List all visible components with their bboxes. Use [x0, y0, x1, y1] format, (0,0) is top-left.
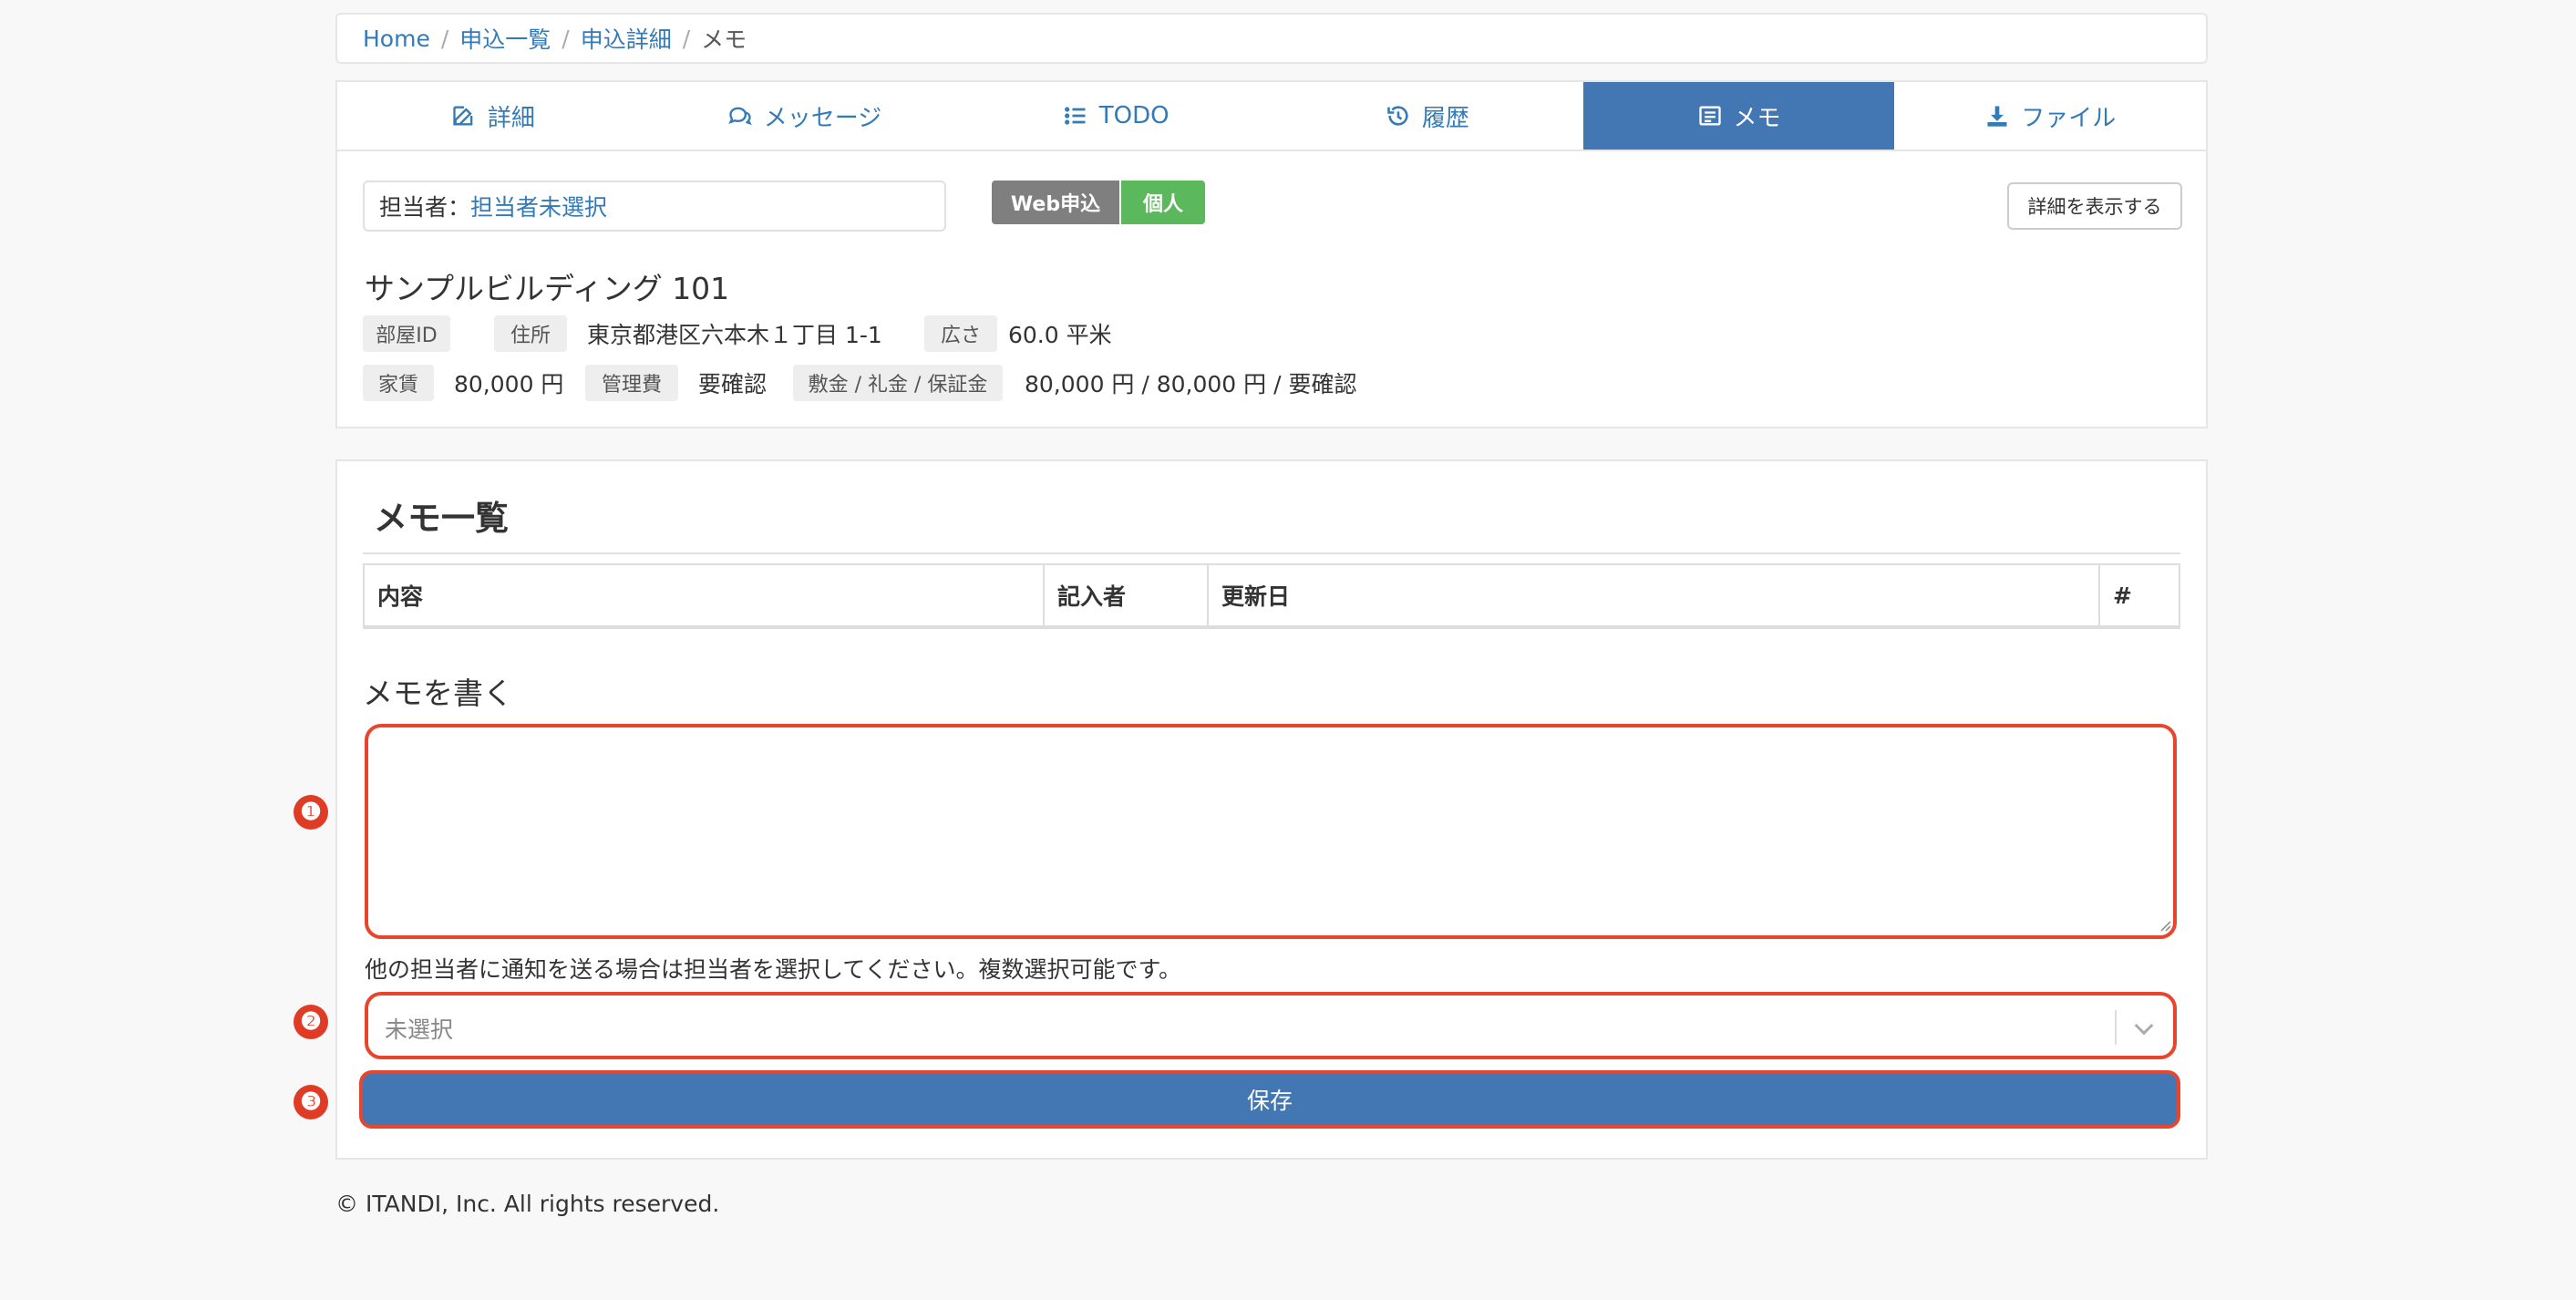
area-value: 60.0 平米 [1008, 322, 1112, 348]
breadcrumb-separator: / [682, 25, 691, 52]
tab-files-label: ファイル [2021, 104, 2117, 132]
write-memo-title: メモを書く [363, 676, 513, 711]
application-summary-card: 詳細 メッセージ TODO 履歴 メモ ファイル 担当者： 担当者未選択 Web… [335, 80, 2208, 428]
annotation-marker-1: ❶ [294, 795, 328, 830]
memo-textarea[interactable] [365, 724, 2177, 939]
tab-detail[interactable]: 詳細 [337, 82, 649, 150]
column-author: 記入者 [1045, 565, 1209, 625]
management-fee-value: 要確認 [698, 371, 768, 397]
select-placeholder: 未選択 [385, 1016, 454, 1043]
address-value: 東京都港区六本木１丁目 1-1 [587, 322, 882, 348]
breadcrumb-application-detail[interactable]: 申込詳細 [581, 22, 672, 55]
tab-memo[interactable]: メモ [1582, 82, 1895, 150]
deposit-key-money-label: 敷金 / 礼金 / 保証金 [793, 365, 1003, 401]
divider [363, 625, 2180, 629]
assignee-label: 担当者： [379, 194, 471, 221]
property-name: サンプルビルディング 101 [365, 271, 730, 306]
tab-memo-label: メモ [1733, 104, 1781, 132]
tab-history-label: 履歴 [1421, 104, 1469, 132]
tab-detail-label: 詳細 [487, 104, 535, 132]
memo-icon [1698, 106, 1721, 126]
memo-card: メモ一覧 内容 記入者 更新日 # メモを書く 他の担当者に通知を送る場合は担当… [335, 459, 2208, 1160]
breadcrumb-separator: / [562, 25, 570, 52]
address-label: 住所 [494, 315, 567, 352]
breadcrumb: Home / 申込一覧 / 申込詳細 / メモ [335, 13, 2208, 64]
breadcrumb-current: メモ [701, 26, 747, 53]
personal-badge: 個人 [1121, 181, 1205, 224]
rent-label: 家賃 [363, 365, 434, 401]
memo-list-title: メモ一覧 [374, 499, 509, 538]
list-icon [1064, 107, 1086, 125]
breadcrumb-application-list[interactable]: 申込一覧 [459, 22, 551, 55]
column-actions: # [2113, 582, 2132, 609]
area-label: 広さ [924, 315, 997, 352]
column-content: 内容 [365, 565, 1045, 625]
column-updated-at: 更新日 [1209, 565, 2100, 625]
tab-history[interactable]: 履歴 [1272, 82, 1583, 150]
assignee-selector[interactable]: 担当者： 担当者未選択 [363, 181, 946, 232]
tab-todo[interactable]: TODO [960, 82, 1272, 150]
tab-bar: 詳細 メッセージ TODO 履歴 メモ ファイル [337, 82, 2206, 151]
annotation-marker-3: ❸ [294, 1085, 328, 1119]
footer-copyright: © ITANDI, Inc. All rights reserved. [335, 1191, 720, 1217]
notify-help-text: 他の担当者に通知を送る場合は担当者を選択してください。複数選択可能です。 [365, 956, 1182, 983]
annotation-marker-2: ❷ [294, 1005, 328, 1039]
show-details-button[interactable]: 詳細を表示する [2007, 182, 2182, 230]
rent-value: 80,000 円 [454, 371, 564, 397]
history-icon [1387, 106, 1408, 126]
tab-messages-label: メッセージ [763, 104, 882, 132]
save-button[interactable]: 保存 [359, 1070, 2180, 1129]
select-divider [2115, 1010, 2117, 1045]
management-fee-label: 管理費 [585, 365, 678, 401]
resize-handle-icon[interactable] [2157, 917, 2171, 932]
web-application-badge: Web申込 [992, 181, 1119, 224]
divider [363, 552, 2180, 554]
assignee-value[interactable]: 担当者未選択 [470, 190, 607, 222]
room-id-label: 部屋ID [363, 315, 450, 352]
tab-todo-label: TODO [1098, 102, 1170, 129]
breadcrumb-separator: / [440, 25, 449, 52]
memo-table-header: 内容 記入者 更新日 # [363, 563, 2180, 627]
chevron-down-icon[interactable] [2129, 1014, 2159, 1043]
deposit-key-money-value: 80,000 円 / 80,000 円 / 要確認 [1025, 371, 1357, 397]
breadcrumb-home[interactable]: Home [363, 26, 430, 52]
chat-icon [728, 107, 752, 126]
notify-assignee-select[interactable]: 未選択 [365, 992, 2177, 1059]
download-icon [1987, 106, 2007, 127]
edit-icon [453, 106, 473, 126]
tab-messages[interactable]: メッセージ [649, 82, 961, 150]
tab-files[interactable]: ファイル [1894, 82, 2206, 150]
